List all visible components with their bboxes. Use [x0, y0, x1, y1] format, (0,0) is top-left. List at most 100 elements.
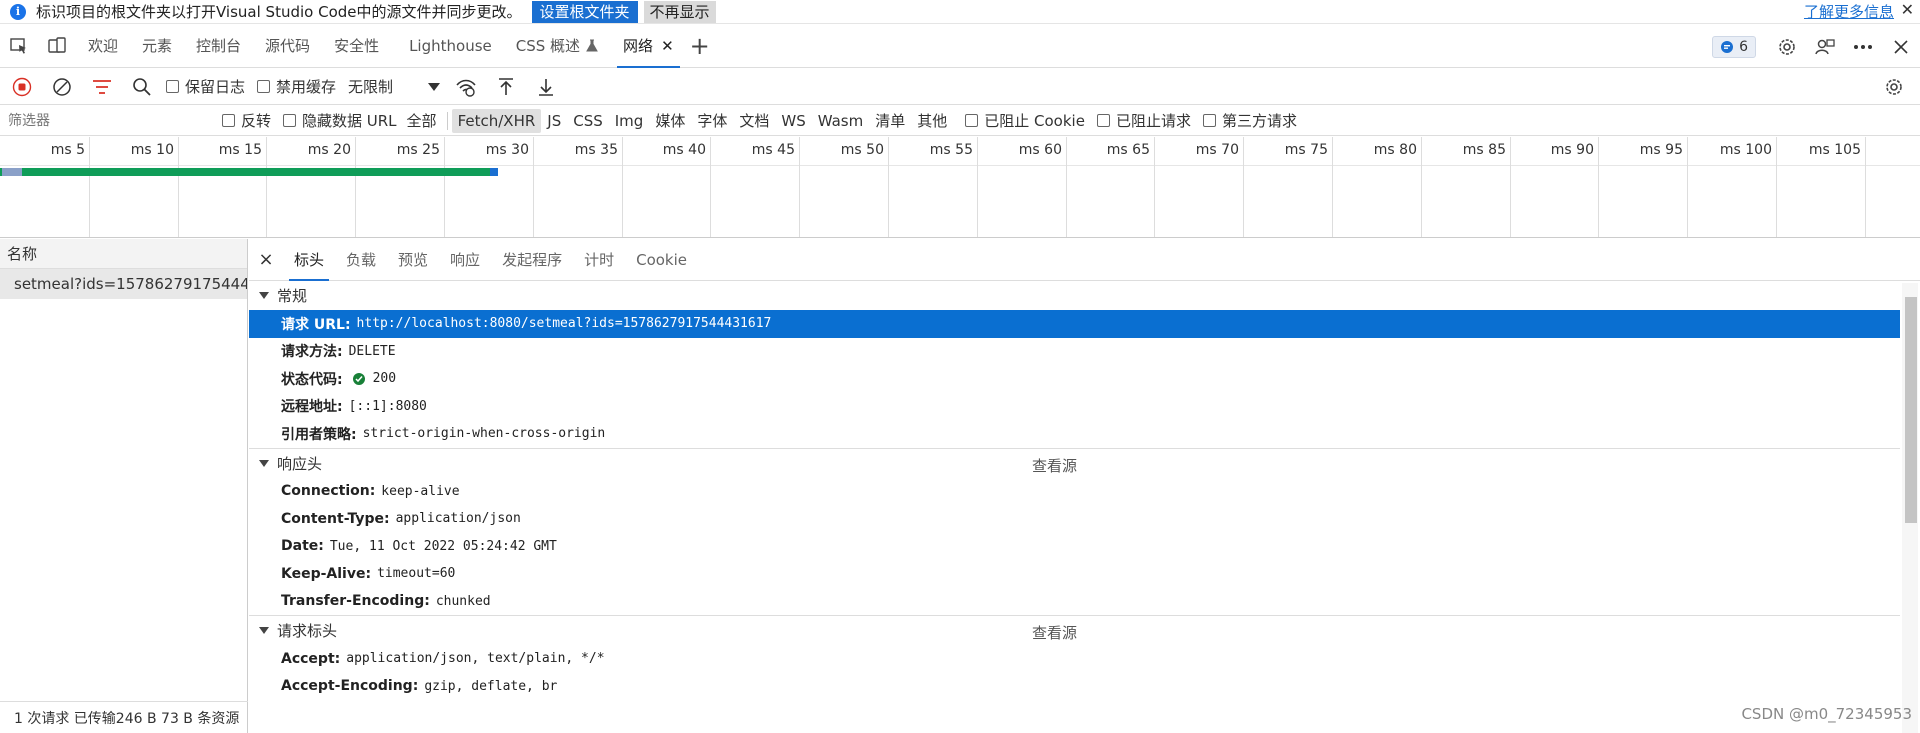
timeline-gridline — [888, 137, 889, 237]
dont-show-again-button[interactable]: 不再显示 — [643, 0, 716, 23]
header-value: strict-origin-when-cross-origin — [362, 426, 606, 442]
general-section-header[interactable]: 常规 — [249, 281, 1920, 310]
timeline-gridline — [977, 137, 978, 237]
export-har-icon[interactable] — [526, 69, 566, 105]
request-row[interactable]: setmeal?ids=15786279175444... — [0, 269, 247, 299]
add-tab-icon[interactable]: + — [690, 32, 710, 60]
tab-initiator[interactable]: 发起程序 — [491, 239, 573, 281]
blocked-cookies-checkbox[interactable]: 已阻止 Cookie — [965, 110, 1085, 131]
response-headers-section: 响应头 查看源 Connection: keep-alive Content-T… — [249, 449, 1920, 616]
network-settings-gear-icon[interactable] — [1874, 69, 1914, 105]
header-row[interactable]: Content-Type: application/json — [249, 505, 1920, 533]
filter-type-media[interactable]: 媒体 — [649, 110, 691, 131]
tab-css-overview[interactable]: CSS 概述 — [504, 25, 611, 68]
tab-lighthouse[interactable]: Lighthouse — [397, 25, 504, 68]
header-row-remote-address[interactable]: 远程地址: [::1]:8080 — [249, 393, 1920, 421]
header-row[interactable]: Keep-Alive: timeout=60 — [249, 560, 1920, 588]
close-devtools-icon[interactable] — [1882, 25, 1920, 68]
blocked-requests-checkbox[interactable]: 已阻止请求 — [1096, 110, 1191, 131]
view-source-link[interactable]: 查看源 — [1032, 622, 1077, 643]
third-party-checkbox[interactable]: 第三方请求 — [1202, 110, 1297, 131]
header-row-request-method[interactable]: 请求方法: DELETE — [249, 338, 1920, 366]
inspect-element-icon[interactable] — [0, 25, 38, 68]
tab-security[interactable]: 安全性 — [322, 25, 391, 68]
tab-preview[interactable]: 预览 — [387, 239, 439, 281]
request-details: × 标头 负载 预览 响应 发起程序 计时 Cookie 常规 请求 URL: … — [249, 239, 1920, 733]
tab-elements[interactable]: 元素 — [130, 25, 184, 68]
scrollbar-thumb[interactable] — [1905, 297, 1917, 523]
timeline-gridline — [444, 137, 445, 237]
tab-payload[interactable]: 负载 — [335, 239, 387, 281]
filter-type-js[interactable]: JS — [541, 112, 567, 130]
tab-headers[interactable]: 标头 — [283, 239, 335, 281]
tab-welcome[interactable]: 欢迎 — [76, 25, 130, 68]
watermark: CSDN @m0_72345953 — [1741, 705, 1912, 723]
filter-input[interactable] — [4, 108, 212, 133]
filter-type-other[interactable]: 其他 — [911, 110, 953, 131]
filter-type-css[interactable]: CSS — [567, 112, 609, 130]
filter-type-all[interactable]: 全部 — [401, 110, 443, 131]
filter-type-ws[interactable]: WS — [775, 112, 811, 130]
filter-type-manifest[interactable]: 清单 — [869, 110, 911, 131]
info-close-icon[interactable]: ✕ — [1901, 0, 1914, 19]
response-headers-header[interactable]: 响应头 — [249, 449, 1920, 478]
issues-badge[interactable]: 6 — [1712, 35, 1756, 58]
timeline-gridline — [1510, 137, 1511, 237]
disable-cache-checkbox[interactable]: 禁用缓存 — [257, 76, 336, 97]
clear-icon[interactable] — [42, 69, 82, 105]
hide-data-urls-checkbox[interactable]: 隐藏数据 URL — [283, 110, 397, 131]
filter-type-fetch-xhr[interactable]: Fetch/XHR — [451, 108, 542, 133]
header-row[interactable]: Accept-Encoding: gzip, deflate, br — [249, 673, 1920, 701]
header-row[interactable]: Accept: application/json, text/plain, */… — [249, 645, 1920, 673]
timeline-gridline — [1598, 137, 1599, 237]
tab-sources[interactable]: 源代码 — [253, 25, 322, 68]
throttling-select[interactable]: 无限制 — [348, 76, 441, 97]
view-source-link[interactable]: 查看源 — [1032, 455, 1077, 476]
feedback-icon[interactable] — [1806, 25, 1844, 68]
close-details-icon[interactable]: × — [249, 249, 283, 270]
timeline-overview[interactable]: 5 ms 10 ms 15 ms 20 ms 25 ms 30 ms 35 ms 40 ms 4… — [0, 137, 1920, 238]
device-emulation-icon[interactable] — [38, 25, 76, 68]
header-row-referrer-policy[interactable]: 引用者策略: strict-origin-when-cross-origin — [249, 420, 1920, 448]
invert-checkbox[interactable]: 反转 — [222, 110, 271, 131]
header-row[interactable]: Transfer-Encoding: chunked — [249, 588, 1920, 616]
blocked-cookies-label: 已阻止 Cookie — [984, 112, 1085, 130]
set-root-folder-button[interactable]: 设置根文件夹 — [531, 0, 638, 23]
tab-network-label: 网络 — [623, 36, 654, 55]
tab-cookies[interactable]: Cookie — [625, 239, 698, 281]
filter-type-doc[interactable]: 文档 — [733, 110, 775, 131]
tab-response[interactable]: 响应 — [439, 239, 491, 281]
timeline-tick-label: 25 ms — [396, 142, 440, 158]
more-menu-icon[interactable] — [1844, 25, 1882, 68]
tab-close-icon[interactable]: ✕ — [661, 25, 674, 68]
filter-type-img[interactable]: Img — [609, 112, 650, 130]
learn-more-link[interactable]: 了解更多信息 — [1804, 1, 1894, 22]
search-icon[interactable] — [122, 69, 162, 105]
timeline-gridline — [1421, 137, 1422, 237]
header-row-request-url[interactable]: 请求 URL: http://localhost:8080/setmeal?id… — [249, 310, 1900, 338]
import-har-icon[interactable] — [486, 69, 526, 105]
tab-timing[interactable]: 计时 — [573, 239, 625, 281]
preserve-log-checkbox[interactable]: 保留日志 — [166, 76, 245, 97]
name-column-header[interactable]: 名称 — [0, 239, 247, 269]
request-headers-header[interactable]: 请求标头 — [249, 616, 1920, 645]
info-icon: i — [10, 3, 26, 20]
message-icon — [1721, 40, 1734, 53]
tab-network[interactable]: 网络 ✕ — [611, 25, 686, 68]
timeline-tick-label: 15 ms — [218, 142, 262, 158]
settings-gear-icon[interactable] — [1768, 25, 1806, 68]
header-key: Keep-Alive: — [281, 565, 372, 582]
filter-type-wasm[interactable]: Wasm — [812, 112, 870, 130]
filter-icon[interactable] — [82, 69, 122, 105]
header-row[interactable]: Connection: keep-alive — [249, 478, 1920, 506]
record-stop-icon[interactable] — [2, 69, 42, 105]
network-conditions-icon[interactable] — [446, 69, 486, 105]
header-row-status-code[interactable]: 状态代码: 200 — [249, 365, 1920, 393]
header-value: chunked — [435, 593, 491, 609]
header-key: 请求 URL: — [281, 316, 351, 333]
filter-type-font[interactable]: 字体 — [691, 110, 733, 131]
details-scrollbar[interactable] — [1902, 283, 1918, 733]
tab-console[interactable]: 控制台 — [184, 25, 253, 68]
divider — [446, 111, 448, 130]
header-row[interactable]: Date: Tue, 11 Oct 2022 05:24:42 GMT — [249, 533, 1920, 561]
